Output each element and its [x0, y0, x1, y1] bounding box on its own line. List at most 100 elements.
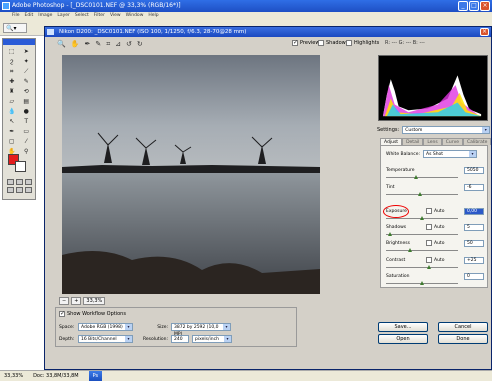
pen-tool-icon[interactable]: ✒: [5, 127, 19, 136]
slider-value-input[interactable]: 0,00: [464, 208, 484, 215]
slider-thumb[interactable]: [407, 248, 412, 252]
menu-edit[interactable]: Edit: [25, 12, 34, 20]
tab-lens[interactable]: Lens: [423, 138, 442, 145]
space-select[interactable]: Adobe RGB (1998) ▾: [78, 323, 133, 331]
auto-checkbox-box[interactable]: [426, 240, 432, 246]
depth-select[interactable]: 16 Bits/Channel ▾: [78, 335, 133, 343]
slider-thumb[interactable]: [387, 232, 392, 236]
notes-tool-icon[interactable]: ▢: [5, 137, 19, 146]
slider-track[interactable]: [386, 234, 458, 235]
auto-checkbox[interactable]: Auto: [426, 257, 444, 263]
white-balance-select[interactable]: As Shot ▾: [422, 150, 477, 158]
save-button[interactable]: Save...: [378, 322, 428, 332]
auto-checkbox-box[interactable]: [426, 257, 432, 263]
gradient-tool-icon[interactable]: ▤: [20, 97, 34, 106]
slider-thumb[interactable]: [420, 281, 424, 285]
preview-checkbox[interactable]: Preview: [292, 39, 319, 46]
auto-checkbox-box[interactable]: [426, 224, 432, 230]
tab-curve[interactable]: Curve: [441, 138, 464, 145]
screen-mode-3-icon[interactable]: [16, 187, 23, 193]
shape-tool-icon[interactable]: ▭: [20, 127, 34, 136]
magic-wand-tool-icon[interactable]: ✦: [20, 57, 34, 66]
hand-icon[interactable]: ✋: [71, 40, 80, 49]
cancel-button[interactable]: Cancel: [438, 322, 488, 332]
slider-track[interactable]: [386, 250, 458, 251]
history-brush-icon[interactable]: ⟲: [20, 87, 34, 96]
slider-track[interactable]: [386, 194, 458, 195]
zoom-in-button[interactable]: +: [71, 297, 82, 305]
stamp-tool-icon[interactable]: ♜: [5, 87, 19, 96]
image-preview[interactable]: [62, 55, 320, 294]
size-select[interactable]: 3872 by 2592 (10,0 MP) ▾: [171, 323, 231, 337]
slider-value-input[interactable]: 5: [464, 224, 484, 231]
marquee-tool-icon[interactable]: ⬚: [5, 47, 19, 56]
menu-file[interactable]: File: [12, 12, 20, 20]
show-workflow-checkbox[interactable]: Show Workflow Options: [59, 310, 126, 317]
show-workflow-checkbox-box[interactable]: [59, 310, 65, 317]
jump-to-imageready-icon[interactable]: [25, 187, 32, 193]
auto-checkbox[interactable]: Auto: [426, 224, 444, 230]
rotate-left-icon[interactable]: ↺: [126, 40, 132, 49]
slice-tool-icon[interactable]: ⟋: [20, 67, 34, 76]
slider-thumb[interactable]: [420, 216, 424, 220]
slider-value-input[interactable]: 0: [464, 273, 484, 280]
color-sampler-icon[interactable]: ✎: [95, 40, 101, 49]
lasso-tool-icon[interactable]: ϩ: [5, 57, 19, 66]
screen-mode-2-icon[interactable]: [7, 187, 14, 193]
taskbar-photoshop[interactable]: Ps: [88, 371, 103, 381]
menu-window[interactable]: Window: [126, 12, 144, 20]
slider-track[interactable]: [386, 267, 458, 268]
eyedropper-tool-icon[interactable]: ⁄: [20, 137, 34, 146]
maximize-button[interactable]: □: [469, 1, 479, 11]
slider-thumb[interactable]: [417, 192, 422, 196]
zoom-level-select[interactable]: 33,3%: [83, 297, 106, 305]
dialog-close-button[interactable]: ×: [480, 28, 489, 36]
blur-tool-icon[interactable]: 💧: [5, 107, 19, 116]
rotate-right-icon[interactable]: ↻: [137, 40, 143, 49]
slider-value-input[interactable]: 50: [464, 240, 484, 247]
menu-layer[interactable]: Layer: [57, 12, 70, 20]
minimize-button[interactable]: _: [458, 1, 468, 11]
slider-value-input[interactable]: -6: [464, 184, 484, 191]
brush-tool-icon[interactable]: ✎: [20, 77, 34, 86]
auto-checkbox[interactable]: Auto: [426, 208, 444, 214]
menu-select[interactable]: Select: [75, 12, 89, 20]
slider-value-input[interactable]: +25: [464, 257, 484, 264]
tab-detail[interactable]: Detail: [402, 138, 424, 145]
zoom-out-button[interactable]: −: [59, 297, 70, 305]
auto-checkbox[interactable]: Auto: [426, 240, 444, 246]
slider-value-input[interactable]: 5050: [464, 167, 484, 174]
preview-checkbox-box[interactable]: [292, 39, 298, 46]
auto-checkbox-box[interactable]: [426, 208, 432, 214]
open-button[interactable]: Open: [378, 334, 428, 344]
tab-adjust[interactable]: Adjust: [380, 138, 403, 145]
shadows-checkbox[interactable]: Shadows: [318, 40, 348, 46]
dodge-tool-icon[interactable]: ●: [20, 107, 34, 116]
settings-select[interactable]: Custom ▾: [402, 126, 491, 134]
white-balance-eyedropper-icon[interactable]: ✒: [84, 40, 90, 49]
zoom-icon[interactable]: 🔍: [57, 40, 66, 49]
straighten-icon[interactable]: ⊿: [115, 40, 121, 49]
standard-mode-icon[interactable]: [7, 179, 14, 185]
highlights-checkbox[interactable]: Highlights: [346, 40, 379, 46]
resolution-unit-select[interactable]: pixels/inch ▾: [192, 335, 232, 343]
close-button[interactable]: ×: [480, 1, 490, 11]
tab-calibrate[interactable]: Calibrate: [463, 138, 492, 145]
type-tool-icon[interactable]: T: [20, 117, 34, 126]
slider-thumb[interactable]: [427, 265, 432, 269]
crop-icon[interactable]: ⌗: [106, 40, 110, 49]
done-button[interactable]: Done: [438, 334, 488, 344]
menu-image[interactable]: Image: [38, 12, 52, 20]
screen-mode-1-icon[interactable]: [25, 179, 32, 185]
menu-view[interactable]: View: [110, 12, 121, 20]
background-color-swatch[interactable]: [15, 161, 26, 172]
crop-tool-icon[interactable]: ⌗: [5, 67, 19, 76]
menu-help[interactable]: Help: [148, 12, 158, 20]
eraser-tool-icon[interactable]: ▱: [5, 97, 19, 106]
path-selection-icon[interactable]: ↖: [5, 117, 19, 126]
slider-thumb[interactable]: [414, 175, 419, 179]
shadows-checkbox-box[interactable]: [318, 40, 324, 46]
slider-track[interactable]: [386, 177, 458, 178]
zoom-tool-preset-icon[interactable]: 🔍▾: [3, 23, 27, 33]
zoom-tool-icon[interactable]: ⚲: [20, 147, 34, 156]
